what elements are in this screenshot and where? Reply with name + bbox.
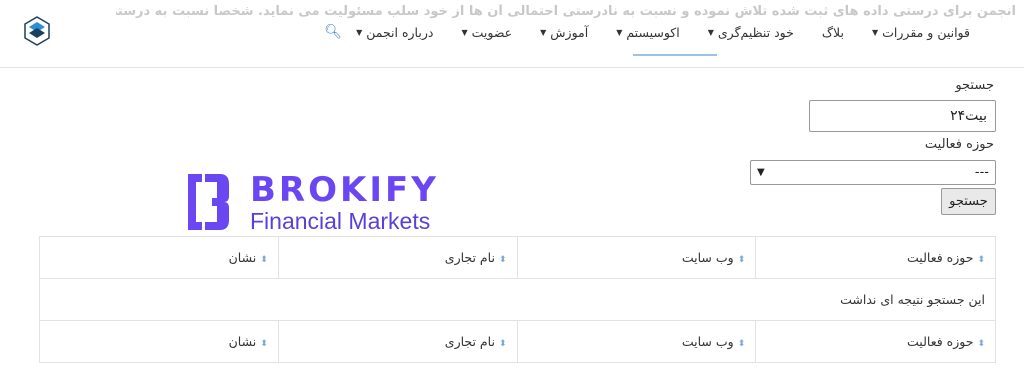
table-header-row: ⬍حوزه فعالیت ⬍وب سایت ⬍نام تجاری ⬍نشان — [39, 236, 996, 279]
column-header-brand[interactable]: ⬍نام تجاری — [277, 236, 518, 279]
sort-icon: ⬍ — [260, 255, 268, 265]
field-label: حوزه فعالیت — [924, 137, 994, 152]
nav-item-blog[interactable]: بلاگ — [808, 25, 858, 40]
sort-icon: ⬍ — [498, 339, 507, 349]
nav-item-about[interactable]: درباره انجمن ▼ — [342, 25, 447, 40]
nav-item-education[interactable]: آموزش ▼ — [526, 25, 602, 40]
caret-down-icon: ▼ — [540, 27, 547, 37]
search-label: جستجو — [955, 78, 994, 93]
table-footer-row: ⬍حوزه فعالیت ⬍وب سایت ⬍نام تجاری ⬍نشان — [39, 320, 996, 363]
sort-icon: ⬍ — [737, 339, 746, 349]
header-divider — [0, 67, 1024, 68]
sort-icon: ⬍ — [260, 339, 268, 349]
caret-down-icon: ▼ — [707, 27, 714, 37]
nav-item-self-regulation[interactable]: خود تنظیم‌گری ▼ — [694, 25, 808, 40]
main-nav: 🔍︎ درباره انجمن ▼ عضویت ▼ آموزش ▼ اکوسیستم ▼… — [294, 22, 984, 42]
field-select[interactable]: ▼ --- — [750, 160, 996, 185]
chevron-down-icon: ▼ — [757, 167, 765, 178]
nav-item-rules[interactable]: قوانین و مقررات ▼ — [858, 25, 984, 40]
sort-icon: ⬍ — [737, 255, 746, 265]
brand-tagline: Financial Markets — [250, 208, 431, 234]
column-header-field[interactable]: ⬍حوزه فعالیت — [755, 236, 996, 279]
caret-down-icon: ▼ — [871, 27, 879, 37]
column-footer-website[interactable]: ⬍وب سایت — [516, 320, 757, 363]
search-icon[interactable]: 🔍︎ — [324, 24, 342, 40]
sort-icon: ⬍ — [977, 255, 985, 265]
active-nav-indicator — [633, 54, 717, 56]
search-button[interactable]: جستجو — [941, 188, 996, 215]
results-table: ⬍حوزه فعالیت ⬍وب سایت ⬍نام تجاری ⬍نشان ا… — [39, 236, 996, 363]
empty-row: این جستجو نتیجه ای نداشت — [39, 278, 996, 321]
column-footer-brand[interactable]: ⬍نام تجاری — [277, 320, 518, 363]
column-footer-logo[interactable]: ⬍نشان — [39, 320, 279, 363]
search-input[interactable] — [809, 100, 996, 132]
select-value: --- — [974, 165, 989, 180]
caret-down-icon: ▼ — [616, 27, 623, 37]
brokify-logo-mark — [188, 174, 229, 230]
column-header-website[interactable]: ⬍وب سایت — [516, 236, 757, 279]
caret-down-icon: ▼ — [356, 27, 363, 37]
sort-icon: ⬍ — [498, 255, 507, 265]
empty-message: این جستجو نتیجه ای نداشت — [39, 278, 996, 321]
nav-item-membership[interactable]: عضویت ▼ — [447, 25, 526, 40]
caret-down-icon: ▼ — [461, 27, 468, 37]
brand-name: BROKIFY — [250, 170, 439, 210]
column-footer-field[interactable]: ⬍حوزه فعالیت — [755, 320, 996, 363]
site-logo[interactable] — [24, 16, 50, 46]
disclaimer-text: انجمن برای درستی داده های ثبت شده تلاش ن… — [116, 4, 1016, 19]
column-header-logo[interactable]: ⬍نشان — [39, 236, 279, 279]
nav-item-ecosystem[interactable]: اکوسیستم ▼ — [602, 25, 694, 40]
brokify-banner[interactable]: BROKIFY Financial Markets — [184, 170, 474, 234]
sort-icon: ⬍ — [977, 339, 985, 349]
